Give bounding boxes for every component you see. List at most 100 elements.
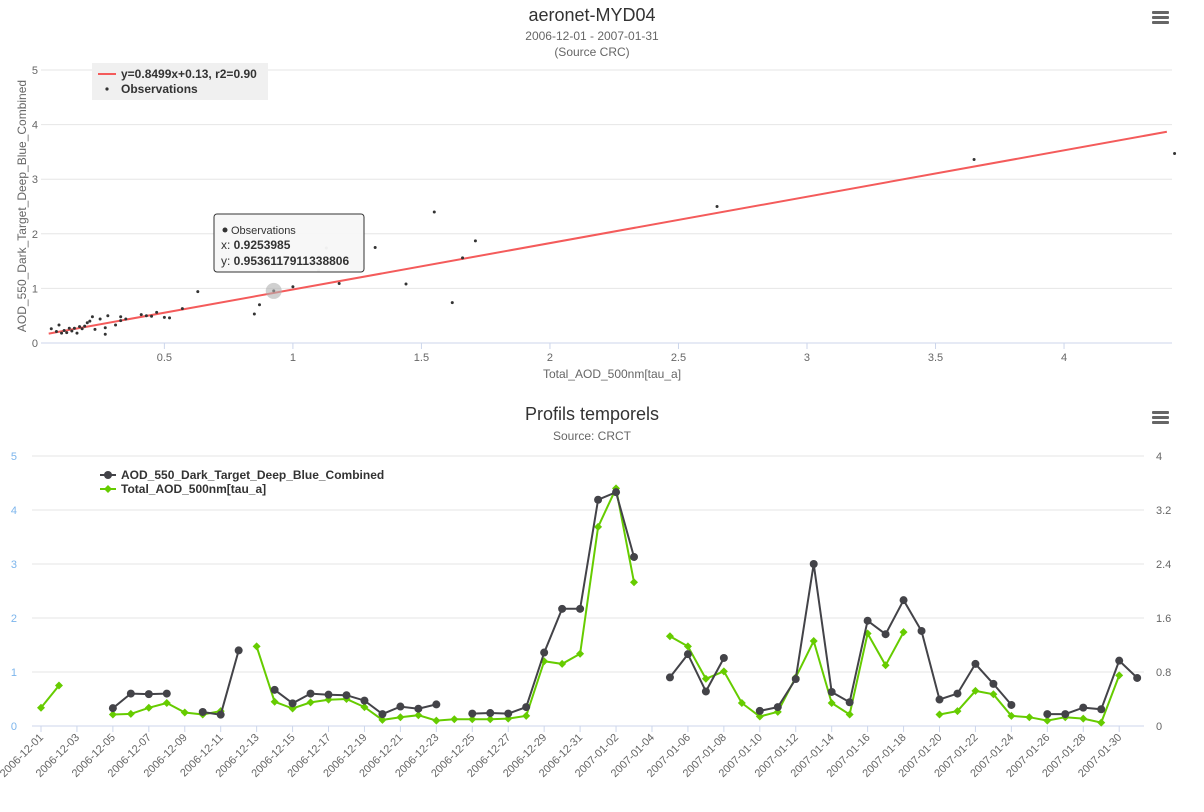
observation-point[interactable] — [461, 256, 465, 260]
total-aod-point[interactable] — [144, 703, 153, 712]
observation-point[interactable] — [150, 314, 154, 318]
total-aod-point[interactable] — [450, 715, 459, 724]
aod550-point[interactable] — [144, 690, 153, 699]
total-aod-point[interactable] — [1079, 714, 1088, 723]
observation-point[interactable] — [257, 303, 261, 307]
aod550-point[interactable] — [558, 604, 567, 613]
total-aod-point[interactable] — [899, 628, 908, 637]
aod550-point[interactable] — [612, 488, 621, 497]
aod550-point[interactable] — [360, 696, 369, 705]
aod550-point[interactable] — [827, 687, 836, 696]
observation-point[interactable] — [62, 328, 66, 332]
observation-point[interactable] — [119, 319, 123, 323]
observation-point[interactable] — [252, 312, 256, 316]
observation-point[interactable] — [49, 327, 53, 331]
observation-point[interactable] — [103, 332, 107, 336]
total-aod-point[interactable] — [701, 674, 710, 683]
aod550-point[interactable] — [432, 700, 441, 709]
aod550-point[interactable] — [935, 695, 944, 704]
total-aod-point[interactable] — [809, 636, 818, 645]
aod550-point[interactable] — [594, 495, 603, 504]
aod550-point[interactable] — [1133, 673, 1142, 682]
observation-point[interactable] — [90, 315, 94, 319]
aod550-point[interactable] — [1079, 703, 1088, 712]
aod550-point[interactable] — [791, 675, 800, 684]
observation-point[interactable] — [373, 245, 377, 249]
observation-point[interactable] — [1173, 152, 1177, 156]
aod550-point[interactable] — [719, 653, 728, 662]
aod550-point[interactable] — [899, 596, 908, 605]
aod550-point[interactable] — [576, 604, 585, 613]
total-aod-point[interactable] — [683, 642, 692, 651]
aod550-point[interactable] — [378, 710, 387, 719]
observation-point[interactable] — [65, 331, 69, 335]
aod550-point[interactable] — [1007, 700, 1016, 709]
observation-point[interactable] — [78, 325, 82, 329]
aod550-point[interactable] — [755, 706, 764, 715]
total-aod-point[interactable] — [558, 659, 567, 668]
aod550-point[interactable] — [863, 616, 872, 625]
aod550-point[interactable] — [953, 689, 962, 698]
observation-point[interactable] — [70, 329, 74, 333]
aod550-point[interactable] — [701, 687, 710, 696]
observation-point[interactable] — [85, 321, 89, 325]
legend-item-regression[interactable]: y=0.8499x+0.13, r2=0.90 — [98, 67, 257, 81]
total-aod-point[interactable] — [719, 667, 728, 676]
total-aod-point[interactable] — [396, 713, 405, 722]
aod550-point[interactable] — [504, 709, 513, 718]
observation-point[interactable] — [337, 281, 341, 285]
observation-point[interactable] — [114, 323, 118, 327]
total-aod-point[interactable] — [1097, 718, 1106, 727]
aod550-point[interactable] — [683, 650, 692, 659]
observation-point[interactable] — [103, 326, 107, 330]
total-aod-point[interactable] — [180, 708, 189, 717]
aod550-point[interactable] — [396, 702, 405, 711]
total-aod-point[interactable] — [126, 709, 135, 718]
aod550-point[interactable] — [306, 689, 315, 698]
aod550-point[interactable] — [971, 659, 980, 668]
observation-point[interactable] — [404, 282, 408, 286]
observation-point[interactable] — [196, 290, 200, 294]
observation-point[interactable] — [80, 327, 84, 331]
observation-point[interactable] — [60, 331, 64, 335]
observation-point[interactable] — [473, 239, 477, 243]
observation-point[interactable] — [72, 326, 76, 330]
observation-point[interactable] — [715, 205, 719, 208]
observation-point[interactable] — [54, 330, 58, 334]
aod550-point[interactable] — [162, 689, 171, 698]
total-aod-point[interactable] — [665, 632, 674, 641]
aod550-point[interactable] — [126, 689, 135, 698]
total-aod-point[interactable] — [270, 697, 279, 706]
aod550-point[interactable] — [270, 685, 279, 694]
observation-point[interactable] — [75, 331, 79, 335]
total-aod-point[interactable] — [594, 522, 603, 531]
aod550-point[interactable] — [665, 673, 674, 682]
total-aod-point[interactable] — [522, 711, 531, 720]
observation-point[interactable] — [155, 310, 159, 314]
aod550-point[interactable] — [773, 703, 782, 712]
aod550-point[interactable] — [288, 699, 297, 708]
aod550-point[interactable] — [342, 691, 351, 700]
aod550-point[interactable] — [108, 704, 117, 713]
aod550-point[interactable] — [989, 679, 998, 688]
aod550-point[interactable] — [1043, 710, 1052, 719]
aod550-point[interactable] — [468, 709, 477, 718]
legend-item-aod550[interactable]: AOD_550_Dark_Target_Deep_Blue_Combined — [100, 468, 384, 482]
aod550-point[interactable] — [917, 626, 926, 635]
aod550-point[interactable] — [630, 552, 639, 561]
observation-point[interactable] — [432, 210, 436, 214]
observation-point[interactable] — [139, 313, 143, 317]
observation-point[interactable] — [168, 316, 172, 320]
scatter-menu-button[interactable] — [1148, 6, 1174, 30]
observation-point[interactable] — [124, 317, 128, 321]
aod550-point[interactable] — [809, 560, 818, 568]
total-aod-point[interactable] — [306, 698, 315, 707]
timeseries-menu-button[interactable] — [1148, 405, 1174, 429]
aod550-point[interactable] — [1061, 710, 1070, 719]
total-aod-point[interactable] — [1025, 713, 1034, 722]
legend-item-total-aod[interactable]: Total_AOD_500nm[tau_a] — [100, 482, 266, 496]
observation-point[interactable] — [144, 314, 148, 318]
total-aod-point[interactable] — [881, 661, 890, 670]
aod550-point[interactable] — [216, 710, 225, 719]
observation-point[interactable] — [106, 314, 110, 318]
